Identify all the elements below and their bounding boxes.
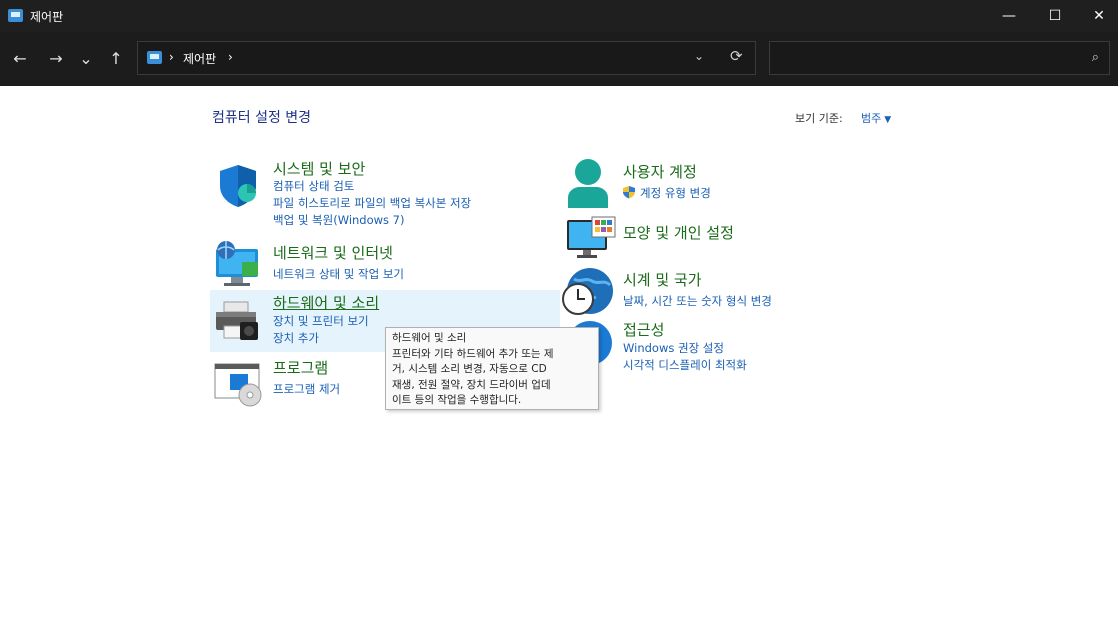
network-icon (216, 241, 258, 286)
category-title[interactable]: 접근성 (623, 319, 664, 340)
link-optimize-display[interactable]: 시각적 디스플레이 최적화 (623, 357, 747, 373)
category-title[interactable]: 시스템 및 보안 (273, 158, 365, 179)
link-uninstall-program[interactable]: 프로그램 제거 (273, 381, 340, 397)
link-network-status[interactable]: 네트워크 상태 및 작업 보기 (273, 266, 404, 282)
forward-button[interactable]: → (44, 47, 68, 71)
search-icon[interactable]: ⌕ (1092, 50, 1099, 65)
view-by-label: 보기 기준: (795, 112, 843, 125)
navigation-bar: ← → ⌄ ↑ › 제어판 › ⌄ ⟳ ⌕ (0, 32, 1118, 86)
address-bar[interactable]: › 제어판 › ⌄ ⟳ (137, 41, 756, 75)
tooltip-title: 하드웨어 및 소리 (392, 332, 467, 344)
breadcrumb-control-panel[interactable]: 제어판 (183, 50, 216, 67)
category-title[interactable]: 사용자 계정 (623, 161, 697, 182)
up-button[interactable]: ↑ (104, 47, 128, 71)
tooltip-line: 재생, 전원 절약, 장치 드라이버 업데 (392, 378, 551, 391)
link-change-account-type[interactable]: 계정 유형 변경 (640, 185, 711, 201)
title-bar: 제어판 — ☐ ✕ (0, 0, 1118, 32)
minimize-button[interactable]: — (986, 0, 1032, 32)
category-title[interactable]: 네트워크 및 인터넷 (273, 242, 393, 263)
recent-locations-button[interactable]: ⌄ (74, 47, 98, 71)
shield-icon (220, 165, 256, 207)
breadcrumb-separator[interactable]: › (228, 50, 233, 64)
maximize-button[interactable]: ☐ (1032, 0, 1078, 32)
clock-globe-icon (562, 268, 613, 315)
content-area: 컴퓨터 설정 변경 보기 기준: 범주 ▼ 시스템 및 보안 컴퓨터 상태 검토 … (0, 86, 1118, 629)
tooltip: 하드웨어 및 소리 프린터와 기타 하드웨어 추가 또는 제 거, 시스템 소리… (385, 327, 599, 410)
view-by-dropdown[interactable]: 범주 ▼ (861, 110, 891, 126)
view-by-value[interactable]: 범주 (861, 112, 881, 125)
link-date-time-format[interactable]: 날짜, 시간 또는 숫자 형식 변경 (623, 293, 772, 309)
link-backup-restore[interactable]: 백업 및 복원(Windows 7) (273, 212, 405, 228)
category-title[interactable]: 시계 및 국가 (623, 269, 702, 290)
tooltip-line: 거, 시스템 소리 변경, 자동으로 CD (392, 363, 547, 375)
address-dropdown-icon[interactable]: ⌄ (694, 49, 704, 63)
link-file-history[interactable]: 파일 히스토리로 파일의 백업 복사본 저장 (273, 195, 471, 211)
tooltip-line: 이트 등의 작업을 수행합니다. (392, 394, 522, 406)
window-title: 제어판 (30, 10, 64, 24)
uac-shield-icon (623, 186, 635, 199)
link-windows-recommended[interactable]: Windows 권장 설정 (623, 340, 724, 356)
programs-icon (214, 363, 262, 407)
back-button[interactable]: ← (8, 47, 32, 71)
category-title[interactable]: 하드웨어 및 소리 (273, 292, 379, 313)
close-button[interactable]: ✕ (1076, 0, 1118, 32)
printer-icon (216, 301, 258, 340)
user-icon (568, 159, 608, 208)
control-panel-icon (8, 9, 23, 22)
page-heading: 컴퓨터 설정 변경 (212, 110, 312, 126)
category-title[interactable]: 모양 및 개인 설정 (623, 222, 734, 243)
control-panel-icon (147, 51, 162, 64)
category-title[interactable]: 프로그램 (273, 357, 328, 378)
tooltip-line: 프린터와 기타 하드웨어 추가 또는 제 (392, 347, 554, 360)
link-devices-printers[interactable]: 장치 및 프린터 보기 (273, 313, 369, 329)
search-box[interactable]: ⌕ (769, 41, 1110, 75)
refresh-icon[interactable]: ⟳ (730, 47, 743, 65)
breadcrumb-separator[interactable]: › (169, 50, 174, 64)
monitor-icon (567, 216, 616, 258)
link-check-status[interactable]: 컴퓨터 상태 검토 (273, 178, 354, 194)
link-add-device[interactable]: 장치 추가 (273, 330, 319, 346)
caret-down-icon[interactable]: ▼ (884, 115, 891, 125)
